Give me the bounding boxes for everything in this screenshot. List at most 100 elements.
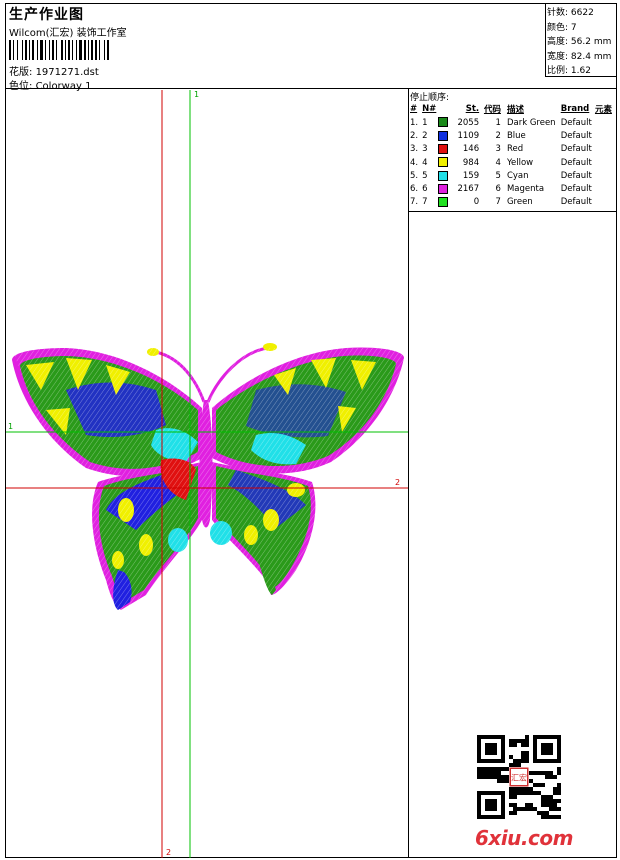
color-code: 4 [495, 157, 501, 168]
stat-scale: 比例: 1.62 [547, 66, 591, 77]
column-header: # [410, 103, 418, 114]
stitch-count: 159 [462, 170, 480, 181]
element-cell [595, 196, 616, 209]
element-cell [595, 182, 616, 195]
column-header: N# [422, 103, 437, 114]
row-number: 3. [410, 144, 419, 155]
row-number: 5. [410, 170, 419, 181]
stat-height: 高度: 56.2 mm [547, 37, 612, 48]
color-swatch-cell [436, 143, 453, 156]
thread-brand: Default [560, 130, 592, 141]
color-description: Cyan [506, 170, 529, 181]
color-code: 2 [495, 130, 501, 141]
horizontal-red-line-label: 2 [395, 478, 401, 487]
stitch-count: 0 [473, 197, 480, 208]
vertical-green-line-label: 1 [194, 90, 200, 99]
production-worksheet: 生产作业图 Wilcom(汇宏) 装饰工作室 花版: 1971271.dst 色… [5, 3, 617, 858]
color-description: Blue [506, 130, 526, 141]
column-header: 代码 [483, 104, 501, 115]
color-swatch [438, 170, 449, 181]
stitch-count: 146 [462, 144, 480, 155]
row-number: 6. [410, 184, 419, 195]
color-description: Red [506, 144, 524, 155]
row-number: 7. [410, 197, 419, 208]
color-swatch-cell [436, 169, 453, 182]
table-row: 4. 4 984 4 Yellow Default [410, 156, 616, 169]
table-row: 6. 6 2167 6 Magenta Default [410, 182, 616, 195]
table-row: 2. 2 1109 2 Blue Default [410, 129, 616, 142]
stitch-count: 984 [462, 157, 480, 168]
needle-number: 2 [422, 130, 428, 141]
stat-width: 宽度: 82.4 mm [547, 51, 612, 62]
needle-number: 4 [422, 157, 428, 168]
stats-block: 针数: 6622 颜色: 7 高度: 56.2 mm 宽度: 82.4 mm 比… [547, 6, 611, 79]
table-row: 3. 3 146 3 Red Default [410, 143, 616, 156]
stat-stitches: 针数: 6622 [547, 8, 594, 18]
color-code: 3 [495, 144, 501, 155]
color-swatch [438, 143, 449, 154]
element-cell [595, 169, 616, 182]
stats-divider [545, 4, 546, 76]
design-preview: 1 1 2 2 [6, 90, 408, 858]
stitch-texture [12, 348, 404, 610]
needle-number: 6 [422, 184, 428, 195]
column-header: 元素 [594, 104, 612, 115]
needle-number: 5 [422, 170, 428, 181]
thread-brand: Default [560, 184, 592, 195]
stitch-count: 2167 [457, 184, 480, 195]
color-code: 7 [495, 197, 501, 208]
thread-brand: Default [560, 197, 592, 208]
qr-seal-text: 汇宏 [511, 773, 527, 783]
color-swatch [438, 183, 449, 194]
stitch-count: 2055 [457, 117, 480, 128]
color-swatch-cell [436, 156, 453, 169]
needle-number: 3 [422, 144, 428, 155]
site-watermark: 6xiu.com [475, 826, 573, 850]
design-name-line: 花版: 1971271.dst [9, 63, 99, 78]
table-row: 1. 1 2055 1 Dark Green Default [410, 116, 616, 129]
vertical-red-line-label: 2 [166, 848, 172, 857]
barcode [9, 40, 109, 60]
color-swatch [438, 117, 449, 128]
stat-colors: 颜色: 7 [547, 22, 577, 33]
color-description: Magenta [506, 184, 545, 195]
thread-brand: Default [560, 144, 592, 155]
company-name: Wilcom(汇宏) 装饰工作室 [9, 28, 127, 39]
color-swatch [438, 130, 449, 141]
needle-number: 1 [422, 117, 428, 128]
stop-sequence-table: # N# St. 代码 描述 Brand 元素 1. 1 2055 1 Dark Gre… [410, 102, 616, 209]
thread-brand: Default [560, 170, 592, 181]
needle-number: 7 [422, 197, 428, 208]
thread-brand: Default [560, 117, 592, 128]
horizontal-green-line-label: 1 [8, 422, 14, 431]
column-header: St. [465, 103, 480, 114]
color-code: 5 [495, 170, 501, 181]
color-swatch-cell [436, 129, 453, 142]
color-swatch-cell [436, 182, 453, 195]
element-cell [595, 129, 616, 142]
panel-divider [408, 88, 409, 858]
color-code: 6 [495, 184, 501, 195]
column-header [436, 102, 453, 116]
table-header-row: # N# St. 代码 描述 Brand 元素 [410, 102, 616, 116]
qr-code: 汇宏 [477, 735, 561, 819]
color-swatch-cell [436, 116, 453, 129]
color-description: Green [506, 197, 533, 208]
stop-table-bottom-rule [408, 211, 616, 212]
row-number: 1. [410, 117, 419, 128]
color-description: Dark Green [506, 117, 556, 128]
stitch-count: 1109 [457, 130, 480, 141]
color-description: Yellow [506, 157, 534, 168]
thread-brand: Default [560, 157, 592, 168]
row-number: 2. [410, 130, 419, 141]
column-header: 描述 [506, 104, 524, 115]
color-swatch [438, 157, 449, 168]
butterfly-embroidery-image [6, 90, 408, 858]
sheet-title: 生产作业图 [9, 7, 84, 23]
table-row: 7. 7 0 7 Green Default [410, 196, 616, 209]
column-header: Brand [560, 103, 590, 114]
element-cell [595, 156, 616, 169]
row-number: 4. [410, 157, 419, 168]
header-bottom-rule [6, 88, 616, 89]
table-row: 5. 5 159 5 Cyan Default [410, 169, 616, 182]
